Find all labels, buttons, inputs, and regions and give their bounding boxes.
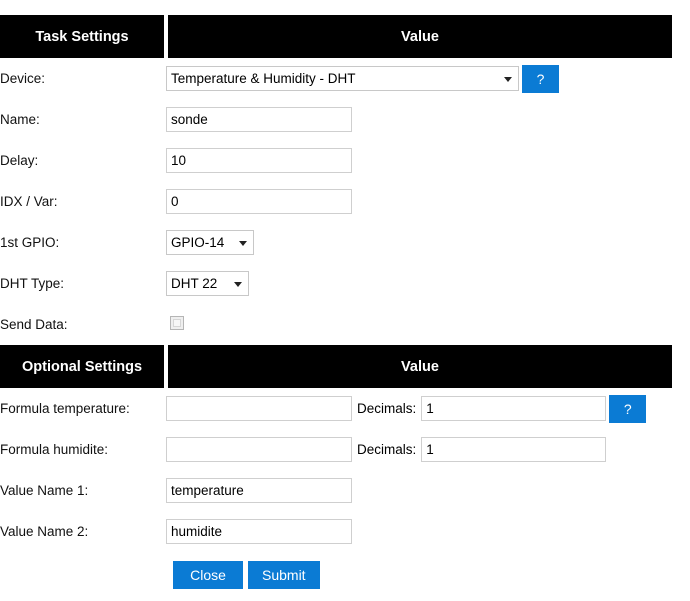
optional-settings-header-value: Value <box>166 345 672 388</box>
formula-humidite-input[interactable] <box>166 437 352 462</box>
row-formula-temperature: Formula temperature: Decimals: ? <box>0 388 672 429</box>
send-data-label: Send Data: <box>0 304 166 345</box>
settings-table-wrapper: Task Settings Value Device: Temperature … <box>0 15 672 598</box>
first-gpio-label: 1st GPIO: <box>0 222 166 263</box>
idx-var-label: IDX / Var: <box>0 181 166 222</box>
row-value-name-2: Value Name 2: <box>0 511 672 552</box>
row-dht-type: DHT Type: DHT 22 <box>0 263 672 304</box>
row-name: Name: <box>0 99 672 140</box>
value-name-1-label: Value Name 1: <box>0 470 166 511</box>
idx-var-input[interactable] <box>166 189 352 214</box>
dht-type-label: DHT Type: <box>0 263 166 304</box>
device-config-page: Task Settings Value Device: Temperature … <box>0 0 690 601</box>
humidite-decimals-input[interactable] <box>421 437 607 462</box>
row-idx-var: IDX / Var: <box>0 181 672 222</box>
formula-humidite-label: Formula humidite: <box>0 429 166 470</box>
optional-settings-header-row: Optional Settings Value <box>0 345 672 388</box>
send-data-checkbox[interactable] <box>170 316 184 330</box>
settings-table: Task Settings Value Device: Temperature … <box>0 15 672 598</box>
temperature-decimals-input[interactable] <box>421 396 607 421</box>
dht-type-select[interactable]: DHT 22 <box>166 271 249 296</box>
form-actions-spacer <box>0 552 166 598</box>
humidite-decimals-label: Decimals: <box>357 442 417 457</box>
task-settings-header-label: Task Settings <box>0 15 168 58</box>
row-send-data: Send Data: <box>0 304 672 345</box>
dht-type-select-wrap: DHT 22 <box>166 271 249 296</box>
first-gpio-select-wrap: GPIO-14 <box>166 230 254 255</box>
row-device: Device: Temperature & Humidity - DHT ? <box>0 58 672 99</box>
delay-input[interactable] <box>166 148 352 173</box>
device-label: Device: <box>0 58 166 99</box>
row-delay: Delay: <box>0 140 672 181</box>
formula-temperature-label: Formula temperature: <box>0 388 166 429</box>
value-name-2-input[interactable] <box>166 519 352 544</box>
close-button[interactable]: Close <box>173 561 243 589</box>
device-help-button[interactable]: ? <box>522 64 559 93</box>
row-first-gpio: 1st GPIO: GPIO-14 <box>0 222 672 263</box>
name-input[interactable] <box>166 107 352 132</box>
submit-button[interactable]: Submit <box>248 561 320 589</box>
row-form-actions: Close Submit <box>0 552 672 598</box>
row-value-name-1: Value Name 1: <box>0 470 672 511</box>
temperature-decimals-label: Decimals: <box>357 401 417 416</box>
formula-temperature-input[interactable] <box>166 396 352 421</box>
first-gpio-select[interactable]: GPIO-14 <box>166 230 254 255</box>
value-name-1-input[interactable] <box>166 478 352 503</box>
delay-label: Delay: <box>0 140 166 181</box>
task-settings-header-value: Value <box>166 15 672 58</box>
row-formula-humidite: Formula humidite: Decimals: <box>0 429 672 470</box>
device-select[interactable]: Temperature & Humidity - DHT <box>166 66 519 91</box>
formula-help-button[interactable]: ? <box>609 394 647 423</box>
value-name-2-label: Value Name 2: <box>0 511 166 552</box>
task-settings-header-row: Task Settings Value <box>0 15 672 58</box>
device-select-wrap: Temperature & Humidity - DHT <box>166 66 519 91</box>
form-actions: Close Submit <box>166 561 672 589</box>
name-label: Name: <box>0 99 166 140</box>
optional-settings-header-label: Optional Settings <box>0 345 168 388</box>
